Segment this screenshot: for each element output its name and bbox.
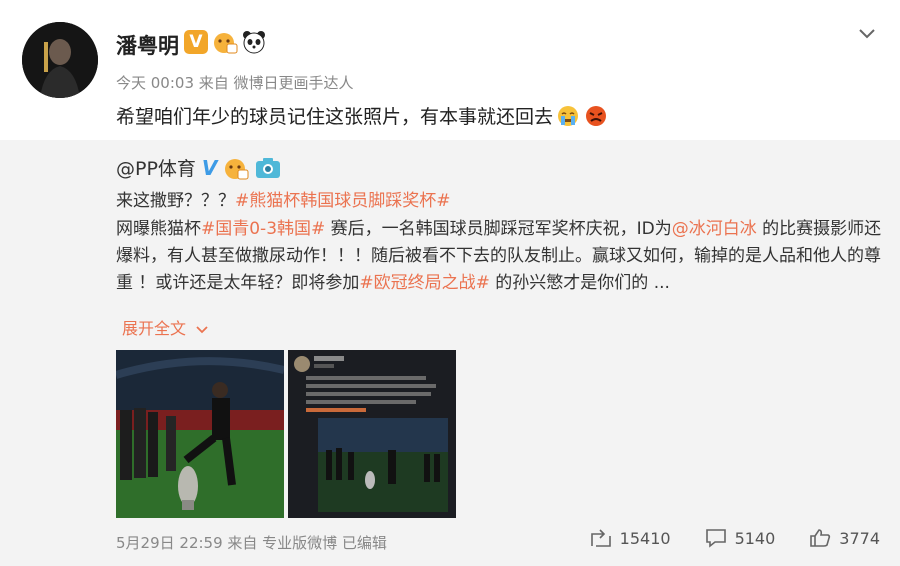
comment-count-button[interactable]: 5140 — [705, 528, 776, 548]
verified-v-icon: V — [184, 30, 208, 54]
body-text-1: 网曝熊猫杯 — [116, 219, 201, 239]
repost-count: 15410 — [619, 528, 671, 548]
share-icon — [590, 529, 611, 547]
blue-verified-icon: V — [201, 155, 218, 180]
comment-icon — [705, 529, 726, 548]
emoji-icon — [214, 33, 238, 54]
angry-emoji-icon — [586, 105, 607, 126]
emoji-icon — [225, 158, 249, 179]
repost-body: 网曝熊猫杯#国青0-3韩国# 赛后，一名韩国球员脚踩冠军奖杯庆祝，ID为@冰河白… — [116, 216, 886, 297]
crying-emoji-icon — [558, 105, 579, 126]
camera-icon — [256, 157, 281, 178]
expand-label[interactable]: 展开全文 — [122, 319, 186, 338]
repost-footer: 5月29日 22:59 来自 专业版微博 已编辑 — [116, 534, 387, 552]
weibo-post: 潘粤明 V 今天 00:03 来自 微博日更画手达人 希望咱们年少的球员记住这张… — [0, 0, 900, 566]
hashtag-link[interactable]: #国青0-3韩国# — [201, 219, 325, 239]
repost-author[interactable]: @PP体育 V — [116, 154, 281, 181]
chevron-down-icon[interactable] — [856, 22, 878, 44]
body-text-2: 赛后，一名韩国球员脚踩冠军奖杯庆祝，ID为 — [325, 219, 672, 239]
post-text-content: 希望咱们年少的球员记住这张照片，有本事就还回去 — [116, 106, 554, 128]
panda-icon — [243, 31, 265, 54]
author-badges: V — [184, 30, 266, 54]
mention-link[interactable]: @冰河白冰 — [672, 219, 757, 239]
post-text: 希望咱们年少的球员记住这张照片，有本事就还回去 — [116, 102, 609, 129]
repost-photo-2[interactable] — [288, 350, 456, 518]
post-meta: 今天 00:03 来自 微博日更画手达人 — [116, 74, 354, 92]
hashtag-link[interactable]: #熊猫杯韩国球员脚踩奖杯# — [235, 191, 451, 211]
repost-block[interactable]: @PP体育 V 来这撒野？？？#熊猫杯韩国球员脚踩奖杯# 网曝熊猫杯#国青0-3… — [0, 140, 900, 566]
repost-count-button[interactable]: 15410 — [590, 528, 671, 548]
chevron-down-icon — [196, 325, 208, 333]
author-avatar[interactable] — [22, 22, 98, 98]
like-icon — [810, 529, 831, 547]
body-text-4: 的孙兴慜才是你们的 ... — [489, 273, 670, 293]
repost-line1-prefix: 来这撒野？？？ — [116, 191, 235, 211]
like-count-button[interactable]: 3774 — [809, 528, 880, 548]
author-name[interactable]: 潘粤明 — [116, 30, 179, 60]
repost-stats: 15410 5140 3774 — [590, 528, 880, 548]
hashtag-link[interactable]: #欧冠终局之战# — [359, 273, 490, 293]
expand-full-text-link[interactable]: 展开全文 — [122, 315, 209, 339]
repost-photo-1[interactable] — [116, 350, 284, 518]
comment-count: 5140 — [734, 528, 776, 548]
like-count: 3774 — [839, 528, 880, 548]
repost-line1: 来这撒野？？？#熊猫杯韩国球员脚踩奖杯# — [116, 186, 451, 211]
repost-author-name[interactable]: @PP体育 — [116, 154, 196, 181]
